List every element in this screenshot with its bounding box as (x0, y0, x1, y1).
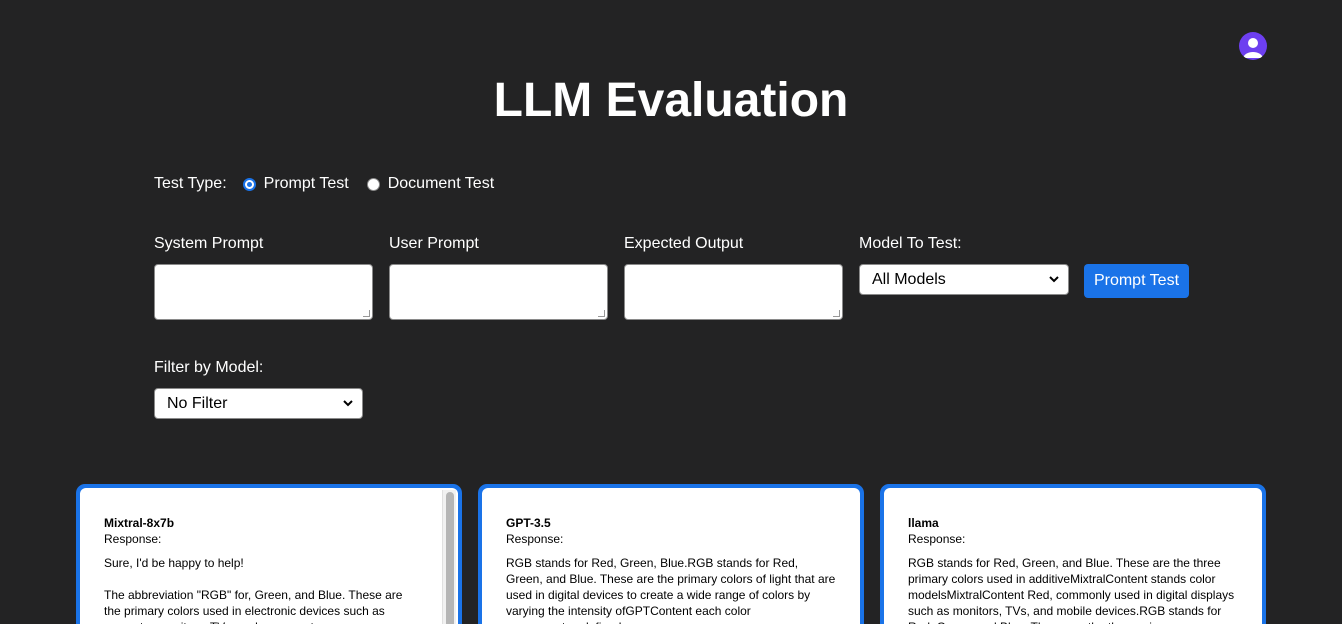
app-page: LLM Evaluation Test Type: Prompt Test Do… (0, 0, 1342, 624)
result-model-name: GPT-3.5 (506, 516, 551, 530)
expected-output-textarea[interactable] (624, 264, 843, 320)
user-avatar-icon[interactable] (1239, 32, 1267, 60)
result-card-body: GPT-3.5 Response: RGB stands for Red, Gr… (482, 488, 860, 624)
result-response-text: RGB stands for Red, Green, Blue.RGB stan… (506, 556, 836, 624)
result-card-body: llama Response: RGB stands for Red, Gree… (884, 488, 1262, 624)
model-to-test-label: Model To Test: (859, 235, 962, 252)
result-response-label: Response: (506, 532, 564, 546)
result-response-text: RGB stands for Red, Green, and Blue. The… (908, 556, 1235, 624)
chevron-down-icon (1049, 275, 1059, 282)
user-prompt-textarea[interactable] (389, 264, 608, 320)
result-scrollbar[interactable] (442, 490, 456, 624)
result-response-label: Response: (104, 532, 162, 546)
expected-output-label: Expected Output (624, 235, 744, 252)
test-type-label: Test Type: (154, 175, 227, 192)
result-card-gpt: GPT-3.5 Response: RGB stands for Red, Gr… (478, 484, 864, 624)
model-select-value: All Models (872, 270, 946, 288)
document-test-radio[interactable] (366, 177, 380, 191)
prompt-test-radio-label[interactable]: Prompt Test (264, 175, 349, 193)
scrollbar-thumb[interactable] (446, 492, 454, 624)
result-model-name: llama (908, 516, 939, 530)
filter-select[interactable]: No Filter (154, 388, 363, 419)
result-model-name: Mixtral-8x7b (104, 516, 175, 530)
result-card-body: Mixtral-8x7b Response: Sure, I'd be happ… (80, 488, 458, 624)
filter-select-value: No Filter (167, 394, 228, 412)
page-title: LLM Evaluation (493, 74, 849, 127)
prompt-test-button[interactable]: Prompt Test (1084, 264, 1189, 298)
prompt-test-radio[interactable] (242, 177, 256, 191)
result-response-label: Response: (908, 532, 966, 546)
result-response-text: Sure, I'd be happy to help! The abbrevia… (104, 556, 403, 624)
result-card-mixtral: Mixtral-8x7b Response: Sure, I'd be happ… (76, 484, 462, 624)
result-card-llama: llama Response: RGB stands for Red, Gree… (880, 484, 1266, 624)
system-prompt-label: System Prompt (154, 235, 264, 252)
system-prompt-textarea[interactable] (154, 264, 373, 320)
chevron-down-icon (343, 399, 353, 406)
document-test-radio-label[interactable]: Document Test (388, 175, 494, 193)
filter-by-model-label: Filter by Model: (154, 359, 264, 376)
model-select[interactable]: All Models (859, 264, 1069, 295)
user-prompt-label: User Prompt (389, 235, 479, 252)
test-type-group: Test Type: Prompt Test Document Test (154, 172, 506, 196)
